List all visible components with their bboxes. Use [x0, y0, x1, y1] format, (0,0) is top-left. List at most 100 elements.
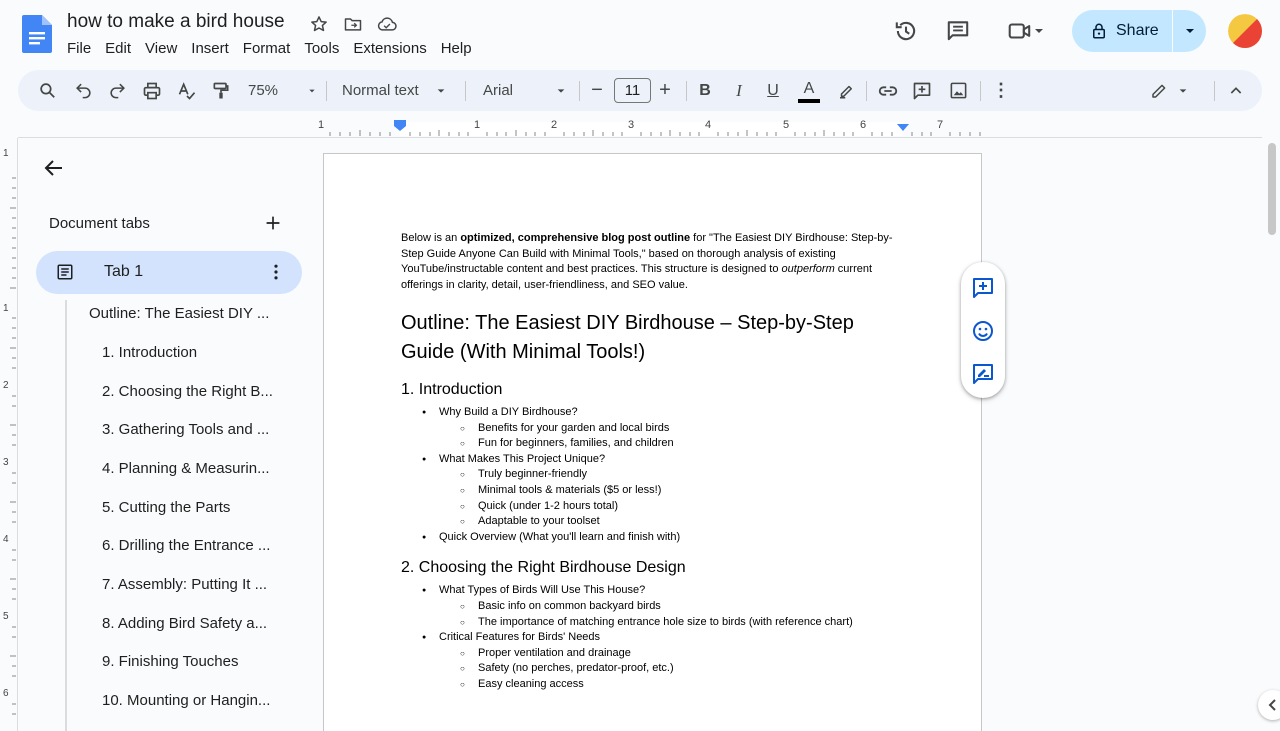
menu-help[interactable]: Help [434, 38, 479, 59]
list-item: Benefits for your garden and local birds [401, 421, 901, 437]
text-color-button[interactable]: A [796, 70, 822, 111]
list-item: Proper ventilation and drainage [401, 646, 901, 662]
list-item: Critical Features for Birds' Needs [401, 630, 901, 646]
tab-label: Tab 1 [104, 263, 144, 280]
docs-logo-icon[interactable] [22, 15, 52, 53]
paint-format-icon[interactable] [208, 70, 234, 111]
list-item: Quick Overview (What you'll learn and fi… [401, 530, 901, 546]
menu-edit[interactable]: Edit [98, 38, 138, 59]
outline-item[interactable]: 7. Assembly: Putting It ... [102, 576, 267, 593]
list-item: The importance of matching entrance hole… [401, 615, 901, 631]
increase-font-size-button[interactable]: + [654, 70, 676, 111]
ruler-label: 1 [3, 148, 9, 159]
font-size-input[interactable]: 11 [614, 78, 651, 103]
menu-tools[interactable]: Tools [297, 38, 346, 59]
outline-item[interactable]: Outline: The Easiest DIY ... [89, 305, 269, 322]
search-menus-icon[interactable] [34, 70, 60, 111]
editing-mode-select[interactable] [1144, 70, 1194, 111]
version-history-icon[interactable] [886, 10, 926, 52]
list-item: Truly beginner-friendly [401, 467, 901, 483]
menu-bar: File Edit View Insert Format Tools Exten… [60, 38, 479, 59]
document-tabs-heading: Document tabs [49, 215, 150, 232]
document-page[interactable]: Below is an optimized, comprehensive blo… [323, 153, 982, 731]
spellcheck-icon[interactable] [174, 70, 200, 111]
font-family-select[interactable]: Arial [476, 70, 572, 111]
ruler-label: 4 [3, 534, 9, 545]
outline-item[interactable]: 6. Drilling the Entrance ... [102, 537, 270, 554]
outline-item[interactable]: 2. Choosing the Right B... [102, 383, 273, 400]
formatting-toolbar: 75% Normal text Arial − 11 + B I U A ⋮ [18, 70, 1262, 111]
section-heading: 2. Choosing the Right Birdhouse Design [401, 559, 686, 577]
back-arrow-icon[interactable] [42, 156, 66, 180]
ruler-label: 5 [783, 119, 790, 131]
add-comment-icon[interactable] [908, 70, 936, 111]
cloud-saved-icon[interactable] [376, 13, 398, 35]
add-comment-icon[interactable] [971, 276, 995, 300]
outline-item[interactable]: 5. Cutting the Parts [102, 499, 230, 516]
section-heading: 1. Introduction [401, 381, 503, 398]
menu-insert[interactable]: Insert [184, 38, 236, 59]
outline-item[interactable]: 9. Finishing Touches [102, 653, 238, 670]
list-item: Why Build a DIY Birdhouse? [401, 405, 901, 421]
italic-button[interactable]: I [728, 70, 750, 111]
list-item: Easy cleaning access [401, 677, 901, 693]
bullet-list: Why Build a DIY Birdhouse?Benefits for y… [401, 405, 901, 545]
menu-format[interactable]: Format [236, 38, 298, 59]
ruler-label: 3 [628, 119, 635, 131]
redo-icon[interactable] [104, 70, 130, 111]
chevron-down-icon [1185, 29, 1194, 33]
vertical-scrollbar[interactable] [1268, 143, 1276, 235]
bullet-list: What Types of Birds Will Use This House?… [401, 583, 901, 692]
menu-extensions[interactable]: Extensions [346, 38, 433, 59]
list-item: Adaptable to your toolset [401, 514, 901, 530]
list-item: Quick (under 1-2 hours total) [401, 499, 901, 515]
insert-image-icon[interactable] [944, 70, 972, 111]
chevron-down-icon [1035, 29, 1043, 33]
more-options-icon[interactable]: ⋮ [990, 70, 1012, 111]
menu-view[interactable]: View [138, 38, 184, 59]
ruler-label: 7 [937, 119, 944, 131]
document-title[interactable]: how to make a bird house [67, 11, 285, 33]
comments-icon[interactable] [938, 10, 978, 52]
menu-file[interactable]: File [60, 38, 98, 59]
emoji-reaction-icon[interactable] [971, 319, 995, 343]
vertical-ruler[interactable]: 1 1 2 3 4 5 6 [0, 138, 18, 731]
ruler-label: 6 [3, 688, 9, 699]
outline-item[interactable]: 3. Gathering Tools and ... [102, 421, 269, 438]
hide-menus-icon[interactable] [1224, 70, 1248, 111]
side-panel-toggle[interactable] [1258, 690, 1280, 720]
highlight-color-icon[interactable] [834, 70, 858, 111]
tab-document-icon [56, 263, 74, 281]
avatar[interactable] [1228, 14, 1262, 48]
insert-link-icon[interactable] [874, 70, 902, 111]
outline-item[interactable]: 10. Mounting or Hangin... [102, 692, 270, 709]
pencil-icon [1152, 84, 1166, 98]
bold-button[interactable]: B [694, 70, 716, 111]
outline-guide-line [65, 300, 67, 731]
chevron-left-icon [1268, 699, 1276, 711]
paragraph-style-select[interactable]: Normal text [336, 70, 452, 111]
outline-item[interactable]: 4. Planning & Measurin... [102, 460, 270, 477]
star-icon[interactable] [308, 13, 330, 35]
share-options-button[interactable] [1173, 10, 1206, 52]
horizontal-ruler[interactable]: 1 1 2 3 4 5 6 7 [0, 116, 1280, 138]
outline-item[interactable]: 8. Adding Bird Safety a... [102, 615, 267, 632]
intro-paragraph: Below is an optimized, comprehensive blo… [401, 232, 893, 291]
zoom-select[interactable]: 75% [244, 70, 316, 111]
underline-button[interactable]: U [762, 70, 784, 111]
outline-item[interactable]: 1. Introduction [102, 344, 197, 361]
list-item: Basic info on common backyard birds [401, 599, 901, 615]
print-icon[interactable] [138, 70, 166, 111]
suggest-edits-icon[interactable] [971, 362, 995, 386]
share-button[interactable]: Share [1072, 10, 1172, 52]
undo-icon[interactable] [70, 70, 96, 111]
font-value: Arial [483, 82, 514, 99]
document-body[interactable]: Below is an optimized, comprehensive blo… [401, 231, 901, 693]
list-item: Minimal tools & materials ($5 or less!) [401, 483, 901, 499]
decrease-font-size-button[interactable]: − [586, 70, 608, 111]
tab-options-icon[interactable] [266, 262, 286, 282]
tab-1[interactable]: Tab 1 [36, 251, 302, 294]
add-tab-icon[interactable] [262, 212, 284, 234]
move-folder-icon[interactable] [342, 13, 364, 35]
meet-video-icon[interactable] [998, 10, 1054, 52]
